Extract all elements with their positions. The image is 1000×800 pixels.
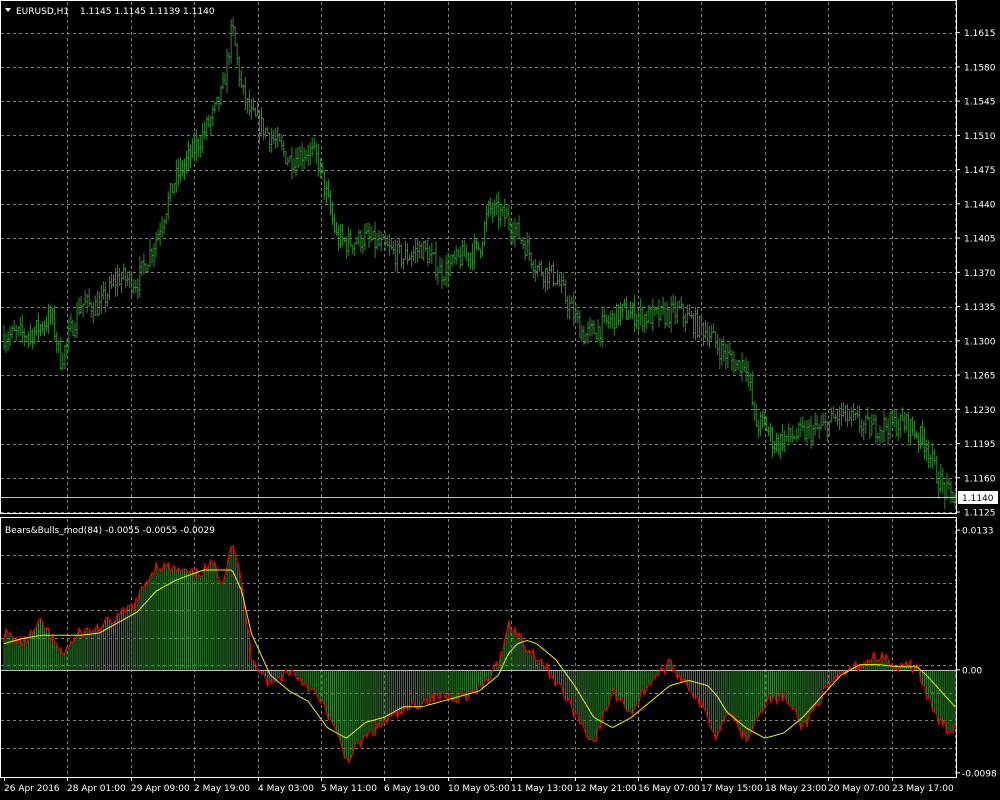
indicator-tick-label: 0.00 [962,666,982,676]
price-tick-label: 1.1440 [964,200,996,210]
price-tick-label: 1.1195 [964,440,996,450]
chart-canvas: 1.1615 1.1580 1.1545 1.1510 1.1475 1.1440 1.14… [0,0,1000,800]
ohlc-label: 1.1145 1.1145 1.1139 1.1140 [80,7,215,17]
background [0,0,1000,800]
price-tick-label: 1.1230 [964,406,996,416]
price-tick-label: 1.1160 [964,474,996,484]
last-price-badge: 1.1140 [958,491,998,504]
price-tick-label: 1.1405 [964,235,996,245]
time-tick-label: 18 May 23:00 [765,784,827,794]
price-tick-label: 1.1615 [964,29,996,39]
time-tick-label: 12 May 21:00 [575,784,637,794]
time-tick-label: 29 Apr 09:00 [131,784,190,794]
time-tick-label: 10 May 05:00 [448,784,510,794]
time-tick-label: 17 May 15:00 [701,784,763,794]
time-tick-label: 5 May 11:00 [321,784,377,794]
price-tick-label: 1.1265 [964,372,996,382]
indicator-tick-label: -0.0098 [962,769,997,779]
indicator-label: Bears&Bulls_mod(84) -0.0055 -0.0055 -0.0… [5,526,215,536]
price-tick-label: 1.1125 [964,509,996,519]
time-tick-label: 23 May 17:00 [892,784,954,794]
time-tick-label: 16 May 07:00 [638,784,700,794]
price-tick-label: 1.1370 [964,269,996,279]
time-tick-label: 6 May 19:00 [384,784,440,794]
time-tick-label: 4 May 03:00 [258,784,314,794]
time-tick-label: 20 May 07:00 [828,784,890,794]
time-tick-label: 26 Apr 2016 [4,784,60,794]
price-tick-label: 1.1545 [964,98,996,108]
main-header: EURUSD,H1 1.1145 1.1145 1.1139 1.1140 [5,7,215,17]
price-tick-label: 1.1335 [964,303,996,313]
price-tick-label: 1.1510 [964,132,996,142]
price-tick-label: 1.1300 [964,337,996,347]
indicator-tick-label: 0.0133 [962,527,994,537]
time-tick-label: 28 Apr 01:00 [67,784,126,794]
price-tick-label: 1.1475 [964,166,996,176]
time-tick-label: 2 May 19:00 [194,784,250,794]
price-tick-label: 1.1580 [964,63,996,73]
time-tick-label: 11 May 13:00 [511,784,573,794]
symbol-label: EURUSD,H1 [16,7,69,17]
last-price-label: 1.1140 [962,494,994,504]
